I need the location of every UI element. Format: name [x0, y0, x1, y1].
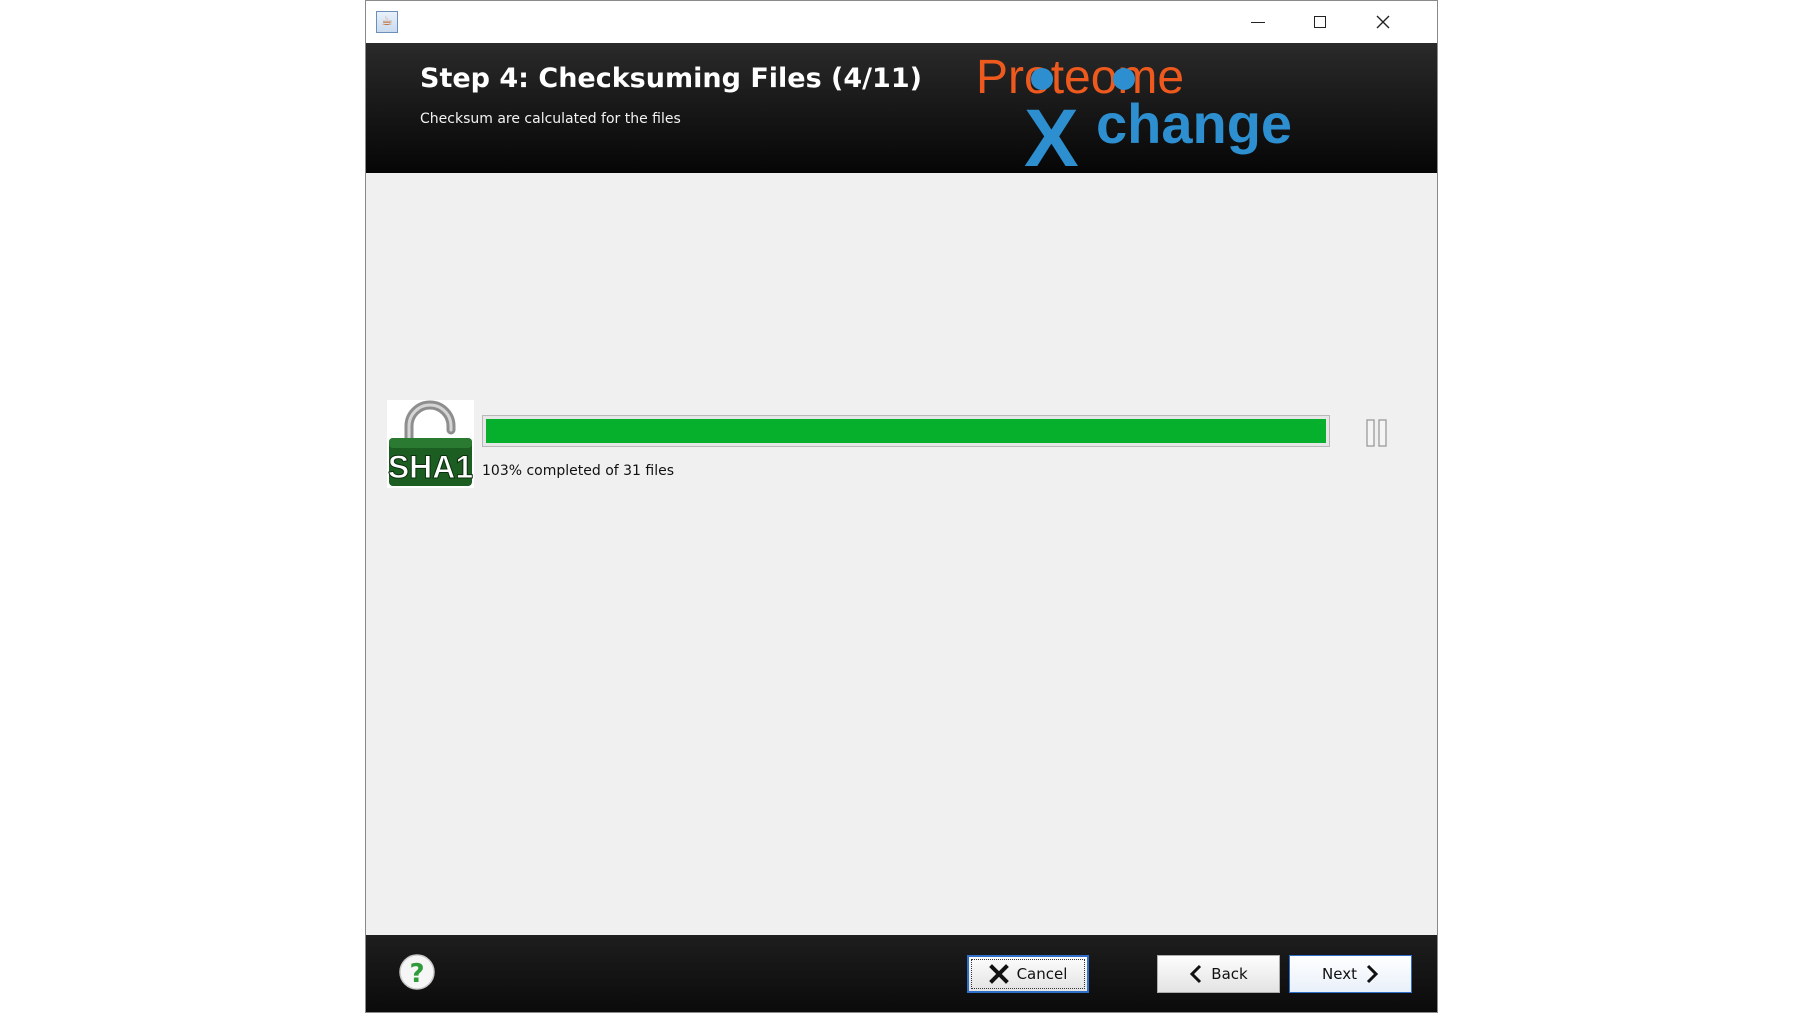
logo-text-x: X [1024, 93, 1079, 171]
proteomexchange-logo: Proteome X change [976, 51, 1292, 171]
minimize-button[interactable] [1226, 1, 1290, 43]
svg-text:?: ? [409, 959, 424, 989]
pause-icon[interactable] [1365, 418, 1389, 448]
logo-text-change: change [1096, 92, 1292, 155]
wizard-footer: ? Cancel Back Next [366, 935, 1437, 1012]
chevron-right-icon [1366, 964, 1379, 984]
java-app-icon[interactable]: ☕ [376, 11, 398, 33]
help-icon[interactable]: ? [398, 953, 436, 991]
sha1-lock-icon: SHA1 [387, 400, 474, 488]
maximize-button[interactable] [1288, 1, 1352, 43]
back-button[interactable]: Back [1157, 955, 1280, 993]
wizard-header: Step 4: Checksuming Files (4/11) Checksu… [366, 43, 1437, 173]
cancel-button[interactable]: Cancel [967, 955, 1089, 993]
step-subtitle: Checksum are calculated for the files [420, 111, 681, 127]
application-window: ☕ Step 4: Checksuming Files (4/11) Check… [365, 0, 1438, 1013]
step-title: Step 4: Checksuming Files (4/11) [420, 63, 922, 94]
close-icon [1376, 15, 1390, 29]
close-button[interactable] [1351, 1, 1415, 43]
title-bar[interactable]: ☕ [366, 1, 1437, 43]
cancel-label: Cancel [1016, 965, 1068, 983]
progress-status-text: 103% completed of 31 files [482, 463, 675, 479]
content-area: SHA1 103% completed of 31 files [366, 173, 1437, 935]
sha1-label: SHA1 [388, 449, 473, 485]
next-label: Next [1322, 965, 1357, 983]
maximize-icon [1314, 16, 1326, 28]
progress-fill [486, 419, 1326, 443]
checksum-progress-bar [482, 415, 1330, 447]
chevron-left-icon [1190, 964, 1202, 984]
close-x-icon [988, 964, 1009, 984]
minimize-icon [1251, 21, 1265, 23]
next-button[interactable]: Next [1289, 955, 1412, 993]
back-label: Back [1211, 965, 1248, 983]
